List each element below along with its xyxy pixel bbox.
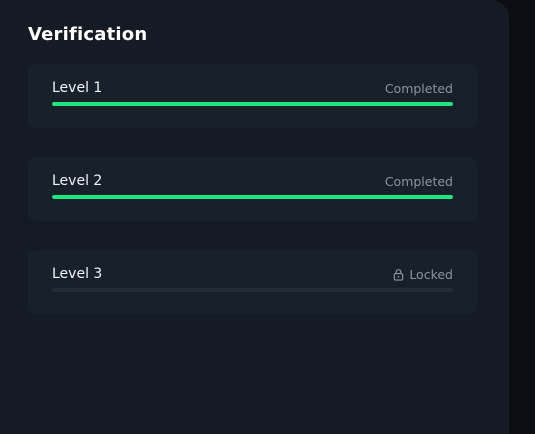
verification-panel: Verification Level 1 Completed Level 2 C… [0,0,509,434]
status-text: Completed [385,81,453,96]
level-label: Level 2 [52,173,103,189]
progress-bar [52,102,453,106]
progress-fill [52,102,453,106]
level-card-3[interactable]: Level 3 Locked [28,250,477,314]
level-label: Level 1 [52,80,103,96]
level-card-2[interactable]: Level 2 Completed [28,157,477,221]
lock-icon [394,269,404,281]
progress-bar [52,195,453,199]
status-label: Completed [384,174,453,189]
status-label: Completed [384,81,453,96]
status-text: Locked [392,267,453,282]
status-label: Locked [409,267,453,282]
status-text: Completed [385,174,453,189]
level-card-1[interactable]: Level 1 Completed [28,64,477,128]
progress-fill [52,195,453,199]
section-title: Verification [28,24,148,45]
level-label: Level 3 [52,266,103,282]
progress-bar [52,288,453,292]
